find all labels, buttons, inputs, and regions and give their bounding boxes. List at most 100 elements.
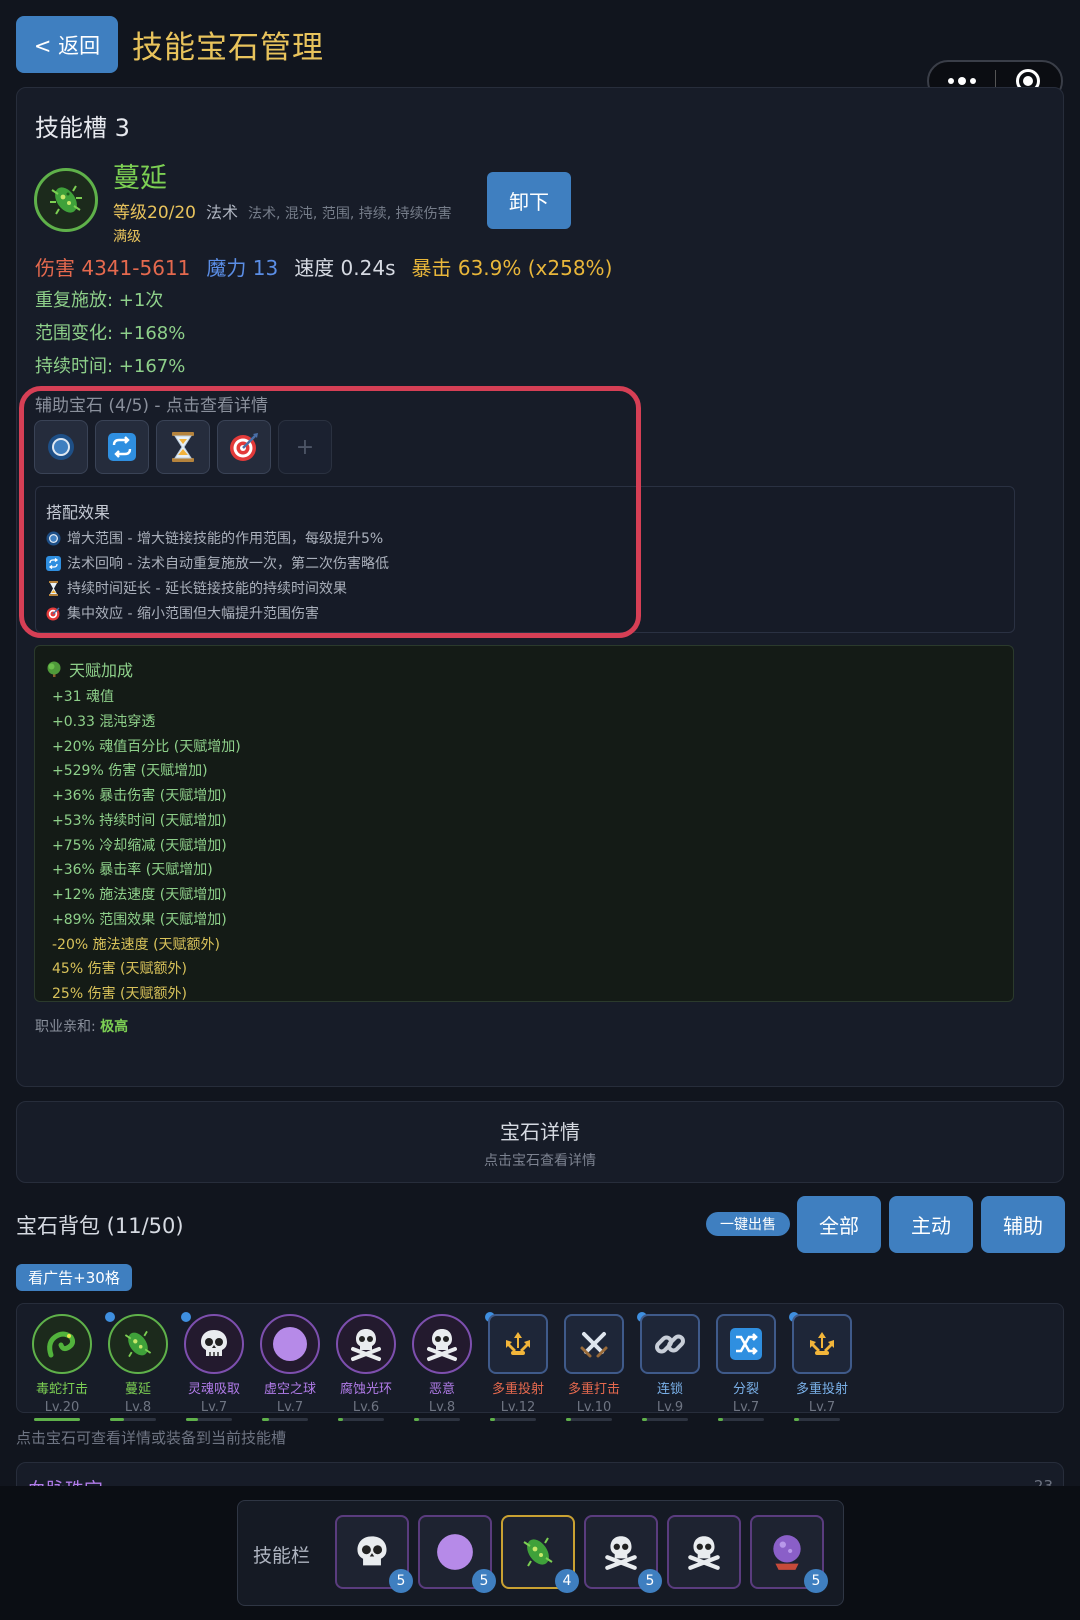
skill-bar-slot-2[interactable]: 5: [418, 1515, 496, 1593]
gem-bag-title: 宝石背包 (11/50): [16, 1214, 184, 1238]
bag-item-level: Lv.7: [276, 1400, 304, 1413]
skill-bar-slot-4[interactable]: 5: [584, 1515, 662, 1593]
bag-item-level: Lv.7: [200, 1400, 228, 1413]
skull-icon: [357, 1536, 387, 1566]
bag-item-level: Lv.8: [124, 1400, 152, 1413]
blue-orb-icon: [48, 434, 74, 460]
bag-item-level: Lv.12: [500, 1400, 536, 1413]
bag-item-name: 毒蛇打击: [35, 1382, 88, 1397]
bag-item-name: 蔓延: [124, 1382, 151, 1397]
gem-progress-bar: [414, 1418, 460, 1421]
speed-stat: 速度 0.24s: [294, 256, 396, 280]
skill-bar-badge: 4: [555, 1569, 579, 1593]
combo-line: 增大范围 - 增大链接技能的作用范围，每级提升5%: [46, 528, 383, 548]
watch-ad-button[interactable]: 看广告+30格: [16, 1264, 132, 1291]
mana-stat: 魔力 13: [206, 256, 279, 280]
bag-item-level: Lv.20: [44, 1400, 80, 1413]
filter-all-button[interactable]: 全部: [797, 1196, 881, 1253]
talent-title-text: 天赋加成: [69, 661, 134, 680]
skill-bar-badge: 5: [389, 1569, 413, 1593]
bag-item[interactable]: 分裂 Lv.7: [711, 1314, 781, 1413]
bag-item[interactable]: 多重打击 Lv.10: [559, 1314, 629, 1412]
skill-bar-slot-1[interactable]: 5: [335, 1515, 413, 1593]
skill-type: 法术: [206, 203, 239, 222]
bag-item-level: Lv.6: [352, 1400, 380, 1413]
bag-item[interactable]: 虚空之球 Lv.7: [255, 1314, 325, 1413]
combo-text: 集中效应 - 缩小范围但大幅提升范围伤害: [67, 606, 319, 622]
bag-item[interactable]: 多重投射 Lv.7: [787, 1312, 857, 1413]
sell-all-button[interactable]: 一键出售: [706, 1212, 790, 1236]
skill-bar-badge: 5: [472, 1569, 496, 1593]
bag-item[interactable]: 灵魂吸取 Lv.7: [179, 1312, 249, 1413]
bag-item[interactable]: 毒蛇打击 Lv.20: [27, 1314, 97, 1413]
talent-line: +0.33 混沌穿透: [52, 714, 156, 730]
combo-line: 持续时间延长 - 延长链接技能的持续时间效果: [46, 578, 347, 598]
max-level-label: 满级: [113, 229, 141, 245]
bag-item[interactable]: 蔓延 Lv.8: [103, 1312, 173, 1413]
talent-line: +36% 暴击率 (天赋增加): [52, 862, 213, 878]
bag-item-level: Lv.7: [732, 1400, 760, 1413]
talent-line: +89% 范围效果 (天赋增加): [52, 912, 227, 928]
virus-icon: [108, 1314, 168, 1374]
skill-bar-slot-5[interactable]: [667, 1515, 741, 1589]
skill-name: 蔓延: [113, 163, 167, 194]
void-orb-icon: [260, 1314, 320, 1374]
bag-item-level: Lv.8: [428, 1400, 456, 1413]
support-gem-slot-empty[interactable]: +: [278, 420, 332, 474]
support-gem-slot-2[interactable]: [95, 420, 149, 474]
affinity-label: 职业亲和:: [35, 1019, 96, 1035]
detail-subtitle: 点击宝石查看详情: [484, 1153, 596, 1169]
more-dots-icon: [947, 77, 976, 85]
bag-item-name: 分裂: [732, 1382, 759, 1397]
virus-icon[interactable]: [34, 168, 98, 232]
bonus-area: 范围变化: +168%: [35, 323, 186, 344]
tree-icon: [47, 661, 61, 677]
target-icon: [230, 433, 258, 461]
repeat-arrows-icon: [46, 555, 61, 571]
support-gem-slot-4[interactable]: [217, 420, 271, 474]
crossed-swords-icon: [564, 1314, 624, 1374]
target-icon: [46, 606, 61, 621]
bag-item[interactable]: 恶意 Lv.8: [407, 1314, 477, 1413]
bag-item[interactable]: 腐蚀光环 Lv.6: [331, 1314, 401, 1413]
snake-icon: [32, 1314, 92, 1374]
multi-arrow-icon: [488, 1314, 548, 1374]
skill-bar-slot-3[interactable]: 4: [501, 1515, 579, 1593]
skull-crossbones-icon: [605, 1536, 637, 1570]
back-button[interactable]: < 返回: [16, 16, 118, 73]
gem-progress-bar: [490, 1418, 536, 1421]
chain-icon: [640, 1314, 700, 1374]
support-gem-slot-3[interactable]: [156, 420, 210, 474]
bag-item-name: 灵魂吸取: [187, 1382, 240, 1397]
skull-crossbones-icon: [412, 1314, 472, 1374]
gem-bag-panel: 毒蛇打击 Lv.20 蔓延 Lv.8 灵魂吸取 Lv.7 虚空之球 Lv.7 腐…: [16, 1303, 1064, 1413]
detail-title: 宝石详情: [500, 1120, 580, 1144]
filter-support-button[interactable]: 辅助: [981, 1196, 1065, 1253]
class-affinity: 职业亲和: 极高: [35, 1016, 128, 1036]
gem-progress-bar: [262, 1418, 308, 1421]
talent-line: 25% 伤害 (天赋额外): [52, 986, 187, 1002]
skill-bar-slot-6[interactable]: 5: [750, 1515, 828, 1593]
talent-line: 45% 伤害 (天赋额外): [52, 961, 187, 977]
page-title: 技能宝石管理: [132, 30, 324, 66]
bag-item-name: 连锁: [656, 1382, 683, 1397]
combo-text: 增大范围 - 增大链接技能的作用范围，每级提升5%: [67, 531, 384, 547]
combo-line: 集中效应 - 缩小范围但大幅提升范围伤害: [46, 603, 319, 623]
damage-stat: 伤害 4341-5611: [35, 256, 191, 280]
gem-progress-bar: [794, 1418, 840, 1421]
shuffle-icon: [716, 1314, 776, 1374]
crystal-ball-icon: [773, 1535, 801, 1570]
bag-item-level: Lv.7: [808, 1400, 836, 1413]
bonus-duration: 持续时间: +167%: [35, 356, 186, 377]
talent-line: +36% 暴击伤害 (天赋增加): [52, 788, 227, 804]
bag-item-name: 多重投射: [795, 1382, 848, 1397]
repeat-arrows-icon: [108, 433, 136, 461]
combo-effects-box: 搭配效果 增大范围 - 增大链接技能的作用范围，每级提升5% 法术回响 - 法术…: [35, 486, 1015, 633]
app: < 返回 技能宝石管理 技能槽 3 蔓延 等级20/20 法术 法术, 混沌, …: [0, 0, 1080, 1620]
filter-active-button[interactable]: 主动: [889, 1196, 973, 1253]
bag-item[interactable]: 多重投射 Lv.12: [483, 1312, 553, 1413]
bag-item[interactable]: 连锁 Lv.9: [635, 1312, 705, 1412]
unequip-button[interactable]: 卸下: [487, 172, 571, 229]
support-gem-slot-1[interactable]: [34, 420, 88, 474]
talent-line: -20% 施法速度 (天赋额外): [52, 937, 220, 953]
